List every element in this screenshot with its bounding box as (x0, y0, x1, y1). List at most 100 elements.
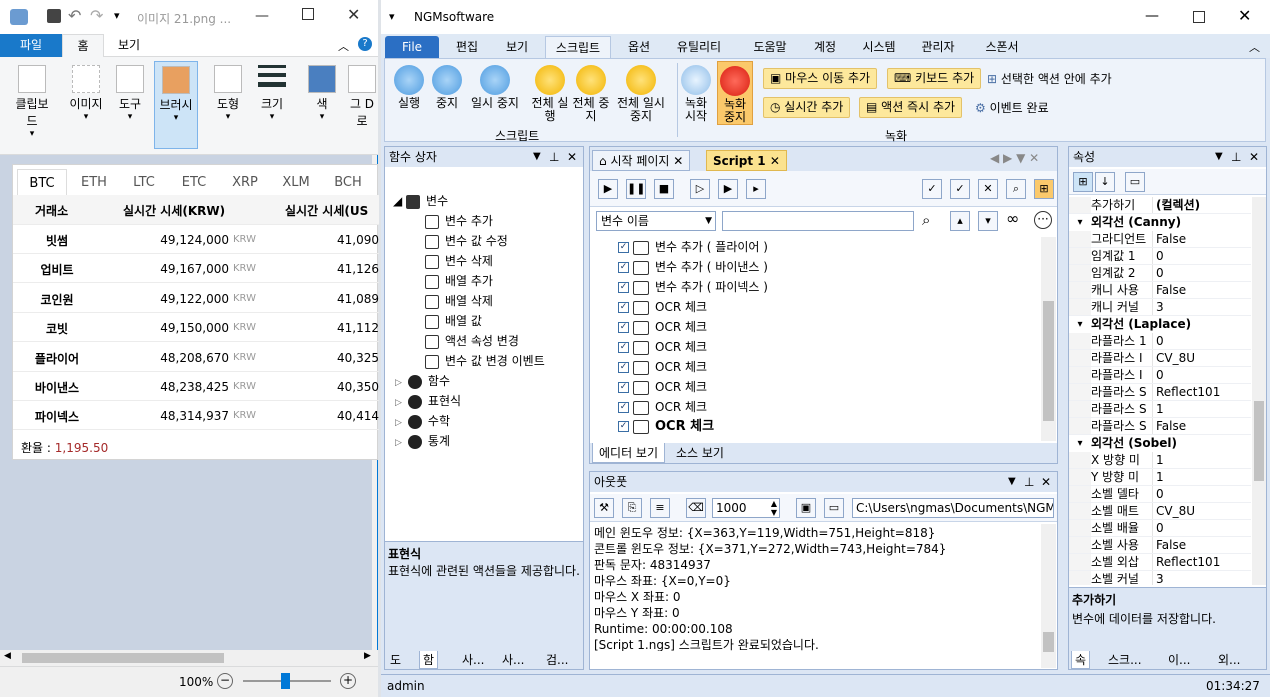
row-checkbox[interactable]: ✓ (618, 282, 629, 293)
tree-item[interactable]: 배열 값 (425, 311, 482, 331)
property-row[interactable]: 캐니 사용 False (1069, 282, 1251, 299)
add-realtime-button[interactable]: ◷ 실시간 추가 (763, 97, 851, 118)
folder-icon[interactable]: ▭ (824, 498, 844, 518)
tab-5[interactable]: 유틸리티 (667, 36, 731, 58)
row-checkbox[interactable]: ✓ (618, 242, 629, 253)
delete-icon[interactable]: ✕ (978, 179, 998, 199)
property-row[interactable]: 라플라스 10 (1069, 333, 1251, 350)
brush-group[interactable]: 브러시 ▾ (154, 61, 198, 149)
search-input[interactable] (722, 211, 914, 231)
tree-item[interactable]: 액션 속성 변경 (425, 331, 519, 351)
panel-menu-icon[interactable]: ▼ (1008, 472, 1016, 492)
pin-icon[interactable]: ⊥ (1024, 472, 1034, 492)
variable-name-select[interactable]: 변수 이름 ▼ (596, 211, 716, 231)
property-row[interactable]: 임계값 10 (1069, 248, 1251, 265)
search-button-icon[interactable]: ⌕ (922, 211, 930, 229)
categorized-icon[interactable]: ⊞ (1073, 172, 1093, 192)
property-row[interactable]: 소벨 델타 0 (1069, 486, 1251, 503)
bottom-tab[interactable]: 도 (387, 651, 404, 669)
coin-tab-eth[interactable]: ETH (69, 169, 119, 197)
insert-into-selected-button[interactable]: ⊞ 선택한 액션 안에 추가 (987, 70, 1112, 87)
bottom-tab[interactable]: 함 (419, 651, 439, 669)
up-icon[interactable]: ▴ (950, 211, 970, 231)
zoom-in-button[interactable]: + (340, 673, 356, 689)
tab-view[interactable]: 보기 (108, 34, 150, 57)
save-icon[interactable]: ▣ (796, 498, 816, 518)
tab-nav-icons[interactable]: ◀ ▶ ▼ ✕ (990, 151, 1039, 165)
line-count-stepper[interactable]: 1000 ▲ ▼ (712, 498, 780, 518)
sort-az-icon[interactable]: ↓ (1095, 172, 1115, 192)
bottom-tab[interactable]: 이... (1165, 651, 1193, 669)
property-row[interactable]: 소벨 외삽 Reflect101 (1069, 554, 1251, 571)
tab-script-1[interactable]: Script 1 ✕ (706, 150, 787, 171)
property-category[interactable]: ▾ 외각선 (Laplace) (1069, 316, 1251, 333)
run-all-button[interactable]: 전체 실행 (530, 65, 570, 123)
coin-tab-xrp[interactable]: XRP (220, 169, 270, 197)
row-checkbox[interactable]: ✓ (618, 342, 629, 353)
zoom-slider-thumb[interactable] (281, 673, 290, 689)
coin-tab-btc[interactable]: BTC (17, 169, 67, 197)
infinity-icon[interactable]: ∞ (1006, 209, 1019, 228)
undo-icon[interactable]: ↶ (68, 6, 81, 25)
redo-icon[interactable]: ↷ (90, 6, 103, 25)
tab-6[interactable]: 도움말 (742, 36, 798, 58)
property-row[interactable]: 그라디언트 False (1069, 231, 1251, 248)
tab-4[interactable]: 옵션 (619, 36, 659, 58)
maximize-button[interactable] (1193, 11, 1205, 23)
zoom-out-button[interactable]: − (217, 673, 233, 689)
list-icon[interactable]: ≡ (650, 498, 670, 518)
bottom-tab[interactable]: 검... (543, 651, 571, 669)
tree-group[interactable]: ▷ 표현식 (395, 391, 461, 411)
panel-close-icon[interactable]: ✕ (567, 147, 577, 167)
properties-vscrollbar[interactable] (1252, 197, 1266, 585)
action-row[interactable]: ✓ 변수 추가 ( 바이낸스 ) (618, 257, 1038, 277)
tab-0[interactable]: File (385, 36, 439, 58)
collapse-ribbon-icon[interactable]: ︿ (338, 38, 349, 54)
log-path-input[interactable]: C:\Users\ngmas\Documents\NGM6\ (852, 498, 1054, 518)
row-checkbox[interactable]: ✓ (618, 421, 629, 432)
row-checkbox[interactable]: ✓ (618, 322, 629, 333)
add-mouse-move-button[interactable]: ▣ 마우스 이동 추가 (763, 68, 878, 89)
step-into-icon[interactable]: ▶ (718, 179, 738, 199)
tab-editor-view[interactable]: 에디터 보기 (592, 443, 666, 463)
output-vscrollbar[interactable] (1041, 524, 1056, 668)
tree-group[interactable]: ▷ 수학 (395, 411, 450, 431)
eraser-icon[interactable]: ⌫ (686, 498, 706, 518)
event-done-button[interactable]: ⚙ 이벤트 완료 (975, 99, 1049, 116)
property-row[interactable]: 라플라스 I CV_8U (1069, 350, 1251, 367)
coin-tab-etc[interactable]: ETC (169, 169, 219, 197)
property-row[interactable]: 소벨 사용 False (1069, 537, 1251, 554)
property-row[interactable]: 소벨 커널 3 (1069, 571, 1251, 585)
add-keyboard-button[interactable]: ⌨ 키보드 추가 (887, 68, 982, 89)
row-checkbox[interactable]: ✓ (618, 382, 629, 393)
coin-tab-bch[interactable]: BCH (323, 169, 373, 197)
tab-source-view[interactable]: 소스 보기 (672, 443, 728, 463)
bottom-tab[interactable]: 사... (499, 651, 527, 669)
property-row[interactable]: 추가하기 (컬렉션) (1069, 197, 1251, 214)
tree-item[interactable]: 변수 값 수정 (425, 231, 508, 251)
pause-all-button[interactable]: 전체 일시 중지 (613, 65, 669, 123)
size-group[interactable]: 크기 ▾ (250, 61, 294, 149)
tools-group[interactable]: 도구 ▾ (108, 61, 152, 149)
tab-file[interactable]: 파일 (0, 34, 62, 57)
stop-icon[interactable]: ■ (654, 179, 674, 199)
tab-10[interactable]: 스폰서 (976, 36, 1028, 58)
pin-icon[interactable]: ⊥ (549, 147, 559, 167)
bottom-tab[interactable]: 스크... (1105, 651, 1145, 669)
tree-group[interactable]: ▷ 통계 (395, 431, 450, 451)
property-row[interactable]: 라플라스 I0 (1069, 367, 1251, 384)
tab-2[interactable]: 보기 (499, 36, 535, 58)
tree-item[interactable]: 변수 값 변경 이벤트 (425, 351, 545, 371)
property-row[interactable]: 임계값 20 (1069, 265, 1251, 282)
tool-icon[interactable]: ⚒ (594, 498, 614, 518)
property-pages-icon[interactable]: ▭ (1125, 172, 1145, 192)
minimize-button[interactable]: — (1145, 8, 1159, 24)
coin-tab-xlm[interactable]: XLM (271, 169, 321, 197)
property-row[interactable]: 소벨 배율 0 (1069, 520, 1251, 537)
close-button[interactable]: ✕ (1238, 6, 1251, 25)
action-row[interactable]: ✓ OCR 체크 (618, 357, 1038, 377)
panel-close-icon[interactable]: ✕ (1249, 147, 1259, 167)
property-row[interactable]: 라플라스 S1 (1069, 401, 1251, 418)
editor-vscrollbar[interactable] (1041, 237, 1056, 441)
image-group[interactable]: 이미지 ▾ (64, 61, 108, 149)
